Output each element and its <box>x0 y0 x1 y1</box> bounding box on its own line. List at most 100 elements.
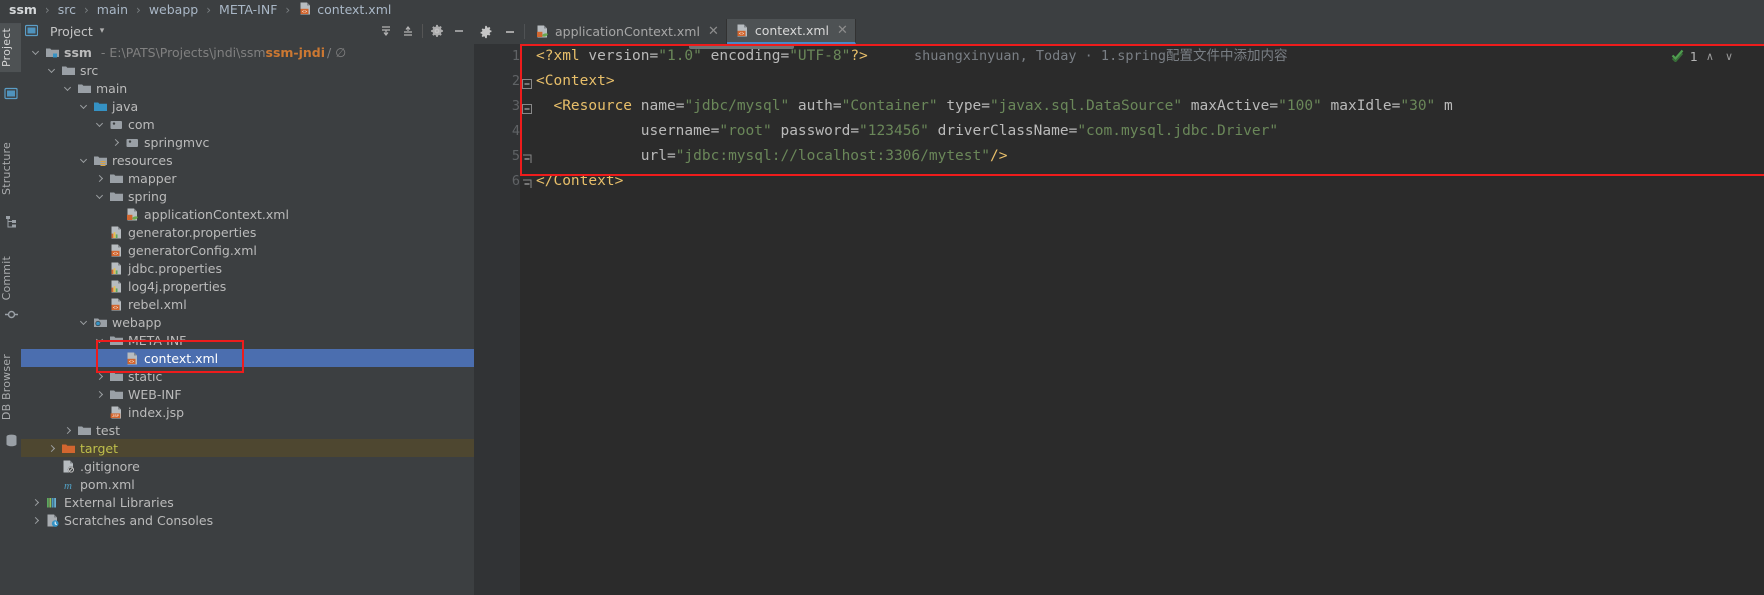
chevron-down-icon[interactable] <box>79 155 90 166</box>
breadcrumb: ssm › src › main › webapp › META-INF › <> context.x… <box>0 0 1764 19</box>
tree-row-resources[interactable]: resources <box>21 151 474 169</box>
tree-row-scratches-and-consoles[interactable]: Scratches and Consoles <box>21 511 474 529</box>
breadcrumb-item-main[interactable]: main <box>96 2 129 17</box>
close-icon[interactable]: ✕ <box>837 23 848 38</box>
tree-row-external-libraries[interactable]: External Libraries <box>21 493 474 511</box>
code-line[interactable]: <Context> <box>536 69 1764 94</box>
tool-window-tab-structure[interactable]: Structure <box>0 137 21 200</box>
expand-all-icon[interactable] <box>375 21 397 41</box>
tree-row-static[interactable]: static <box>21 367 474 385</box>
code-fold-open-icon[interactable] <box>522 102 532 117</box>
code-fold-close-icon[interactable] <box>522 152 532 167</box>
project-tool-window: Project ▾ ssm - E:\PATS\Projects\jndi\ss… <box>21 19 475 595</box>
chevron-down-icon[interactable] <box>79 101 90 112</box>
source-folder-icon <box>93 99 108 114</box>
code-line[interactable]: username="root" password="123456" driver… <box>536 119 1764 144</box>
editor-tab-applicationcontext-xml[interactable]: applicationContext.xml ✕ <box>527 19 727 44</box>
breadcrumb-item-context-xml[interactable]: <> context.xml <box>297 1 392 19</box>
next-problem-icon[interactable]: ∨ <box>1722 50 1736 63</box>
chevron-down-icon[interactable] <box>95 119 106 130</box>
chevron-right-icon[interactable] <box>31 515 42 526</box>
editor-tab-context-xml[interactable]: <> context.xml ✕ <box>726 19 856 44</box>
tree-row-log4j-properties[interactable]: log4j.properties <box>21 277 474 295</box>
tool-window-tab-commit[interactable]: Commit <box>0 251 21 305</box>
chevron-down-icon[interactable] <box>79 317 90 328</box>
editor-tab-label: applicationContext.xml <box>555 24 700 39</box>
chevron-right-icon[interactable] <box>95 371 106 382</box>
project-panel-title: Project <box>50 23 93 39</box>
tree-row-src[interactable]: src <box>21 61 474 79</box>
hide-panel-icon[interactable] <box>448 21 470 41</box>
code-token-attr: m <box>1435 98 1453 114</box>
code-token-eq: = <box>832 98 842 114</box>
tree-row-label: target <box>80 440 119 456</box>
breadcrumb-item-src[interactable]: src <box>57 2 77 17</box>
tree-row-context-xml[interactable]: <> context.xml <box>21 349 474 367</box>
tree-row-meta-inf[interactable]: META-INF <box>21 331 474 349</box>
tree-row-jdbc-properties[interactable]: jdbc.properties <box>21 259 474 277</box>
tree-row-ssm[interactable]: ssm - E:\PATS\Projects\jndi\ssm ssm-jndi /… <box>21 43 474 61</box>
code-fold-open-icon[interactable] <box>522 77 532 92</box>
collapse-all-icon[interactable] <box>397 21 419 41</box>
tree-row-com[interactable]: com <box>21 115 474 133</box>
tree-row-applicationcontext-xml[interactable]: applicationContext.xml <box>21 205 474 223</box>
settings-gear-icon[interactable] <box>474 19 498 44</box>
breadcrumb-item-webapp[interactable]: webapp <box>148 2 199 17</box>
settings-gear-icon[interactable] <box>426 21 448 41</box>
code-editor[interactable]: 123456 <?xml version="1.0" encoding="UTF… <box>474 44 1764 595</box>
breadcrumb-item-ssm[interactable]: ssm <box>8 2 38 17</box>
tree-row-springmvc[interactable]: springmvc <box>21 133 474 151</box>
code-token-attr: url <box>640 148 667 164</box>
chevron-down-icon[interactable] <box>95 191 106 202</box>
tree-row-java[interactable]: java <box>21 97 474 115</box>
horizontal-scrollbar[interactable] <box>689 44 794 49</box>
chevron-right-icon[interactable] <box>95 389 106 400</box>
hide-editor-icon[interactable] <box>498 19 522 44</box>
tree-row-index-jsp[interactable]: JSP index.jsp <box>21 403 474 421</box>
tree-row-web-inf[interactable]: WEB-INF <box>21 385 474 403</box>
chevron-right-icon[interactable] <box>31 497 42 508</box>
code-fold-close-icon[interactable] <box>522 177 532 192</box>
chevron-right-icon[interactable] <box>111 137 122 148</box>
chevron-right-icon[interactable] <box>47 443 58 454</box>
chevron-right-icon[interactable] <box>63 425 74 436</box>
chevron-down-icon[interactable] <box>31 47 42 58</box>
tree-row-pom-xml[interactable]: m pom.xml <box>21 475 474 493</box>
chevron-down-icon[interactable] <box>95 335 106 346</box>
code-text[interactable]: <?xml version="1.0" encoding="UTF-8"?> <C… <box>536 44 1764 595</box>
chevron-down-icon[interactable] <box>63 83 74 94</box>
tool-window-tab-db-browser[interactable]: DB Browser <box>0 349 21 425</box>
breadcrumb-item-meta-inf[interactable]: META-INF <box>218 2 278 17</box>
tree-row--gitignore[interactable]: .gitignore <box>21 457 474 475</box>
module-path-label: - E:\PATS\Projects\jndi\ssm <box>100 44 266 60</box>
inspection-status-widget[interactable]: 1 ∧ ∨ <box>1671 47 1736 66</box>
svg-text:<>: <> <box>739 32 745 37</box>
chevron-down-icon[interactable]: ▾ <box>100 26 105 36</box>
tree-row-generator-properties[interactable]: generator.properties <box>21 223 474 241</box>
tree-row-rebel-xml[interactable]: <> rebel.xml <box>21 295 474 313</box>
code-folding-column[interactable] <box>520 44 536 595</box>
svg-text:JSP: JSP <box>112 415 120 419</box>
code-token-val: "30" <box>1400 98 1436 114</box>
chevron-right-icon[interactable] <box>95 173 106 184</box>
tree-row-main[interactable]: main <box>21 79 474 97</box>
folder-icon <box>109 333 124 348</box>
close-icon[interactable]: ✕ <box>708 24 719 39</box>
tree-row-mapper[interactable]: mapper <box>21 169 474 187</box>
toolbar-divider <box>422 24 423 38</box>
tree-row-label: java <box>112 98 139 114</box>
tree-row-target[interactable]: target <box>21 439 474 457</box>
tool-window-tab-project[interactable]: Project <box>0 23 21 73</box>
chevron-down-icon[interactable] <box>47 65 58 76</box>
tree-row-webapp[interactable]: webapp <box>21 313 474 331</box>
code-line[interactable]: url="jdbc:mysql://localhost:3306/mytest"… <box>536 144 1764 169</box>
previous-problem-icon[interactable]: ∧ <box>1703 50 1717 63</box>
code-line[interactable]: <Resource name="jdbc/mysql" auth="Contai… <box>536 94 1764 119</box>
tree-row-test[interactable]: test <box>21 421 474 439</box>
tree-row-spring[interactable]: spring <box>21 187 474 205</box>
tree-row-generatorconfig-xml[interactable]: <> generatorConfig.xml <box>21 241 474 259</box>
project-tree[interactable]: ssm - E:\PATS\Projects\jndi\ssm ssm-jndi /… <box>21 43 474 595</box>
code-line[interactable]: </Context> <box>536 169 1764 194</box>
